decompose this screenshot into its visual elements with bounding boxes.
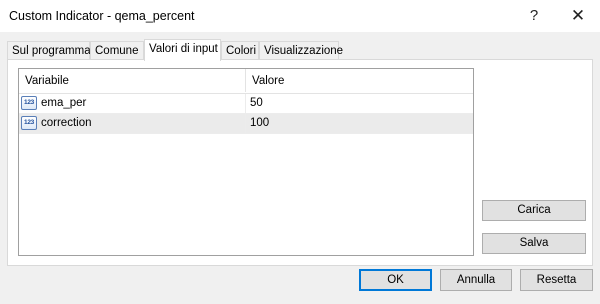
cell-divider [245,94,246,114]
cancel-button[interactable]: Annulla [440,269,512,291]
column-divider[interactable] [245,69,246,92]
save-button[interactable]: Salva [482,233,586,254]
cell-divider [245,114,246,134]
title-bar: Custom Indicator - qema_percent ? ✕ [0,0,600,32]
ok-button[interactable]: OK [359,269,432,291]
table-row-selected[interactable]: 123 correction 100 [19,114,473,134]
variable-name: correction [41,117,92,129]
help-icon[interactable]: ? [512,0,556,32]
table-row[interactable]: 123 ema_per 50 [19,94,473,114]
tab-colors[interactable]: Colori [221,41,259,59]
integer-type-icon: 123 [21,116,37,130]
tab-input-values[interactable]: Valori di input [144,39,221,61]
tab-visualization[interactable]: Visualizzazione [259,41,343,59]
tab-common[interactable]: Comune [90,41,144,59]
load-button[interactable]: Carica [482,200,586,221]
table-header: Variabile Valore [19,69,473,94]
variable-value[interactable]: 100 [250,117,269,129]
column-header-variable[interactable]: Variabile [25,75,69,87]
reset-button[interactable]: Resetta [520,269,593,291]
tab-about[interactable]: Sul programma [7,41,91,59]
column-header-value[interactable]: Valore [252,75,284,87]
variable-value[interactable]: 50 [250,97,263,109]
close-icon[interactable]: ✕ [556,0,600,32]
variable-name: ema_per [41,97,87,109]
window-title: Custom Indicator - qema_percent [9,9,195,23]
integer-type-icon: 123 [21,96,37,110]
input-parameters-table: Variabile Valore 123 ema_per 50 123 corr… [18,68,474,256]
